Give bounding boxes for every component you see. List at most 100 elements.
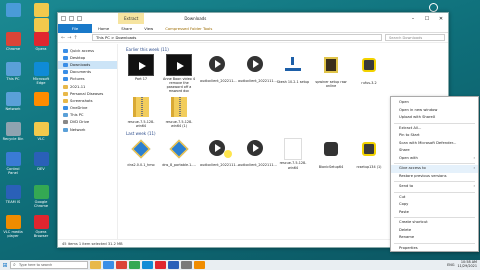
- sidebar-item[interactable]: Quick access: [58, 47, 117, 54]
- sidebar-item[interactable]: Pictures: [58, 76, 117, 83]
- desktop-icon[interactable]: [2, 3, 24, 18]
- taskbar-app-icon[interactable]: [90, 261, 101, 269]
- menu-item-label: Open in new window: [399, 107, 438, 112]
- sidebar-item[interactable]: Desktop: [58, 54, 117, 61]
- sidebar-item[interactable]: Personal Diseases: [58, 90, 117, 97]
- taskbar-search-input[interactable]: Type here to search: [10, 261, 88, 269]
- sidebar-item[interactable]: Network: [58, 126, 117, 133]
- folder-icon: [63, 120, 68, 125]
- file-item[interactable]: spwiner setup raw online: [314, 54, 348, 93]
- file-item[interactable]: rufus-3.2: [352, 54, 386, 93]
- sidebar-item[interactable]: 2021-11: [58, 83, 117, 90]
- nav-arrows-icon[interactable]: ←→↑: [61, 35, 89, 41]
- desktop-icon[interactable]: Recycle Bin: [2, 122, 24, 141]
- taskbar-app-icon[interactable]: [116, 261, 127, 269]
- file-item[interactable]: audioclient_2022111...: [238, 54, 277, 93]
- context-menu-item[interactable]: Rename: [391, 234, 478, 242]
- file-item[interactable]: rescue-7.5-128-win64: [276, 138, 310, 170]
- taskbar-app-icon[interactable]: [155, 261, 166, 269]
- start-icon[interactable]: ⊞: [0, 262, 10, 269]
- ribbon-tab[interactable]: Home: [92, 26, 115, 31]
- file-item[interactable]: rescue-7.5-128-win64: [124, 96, 158, 128]
- sidebar-item[interactable]: DVD Drive: [58, 119, 117, 126]
- context-menu-item[interactable]: Copy: [391, 201, 478, 209]
- desktop-icon[interactable]: VLC: [30, 122, 52, 141]
- context-menu-item[interactable]: Open in new window: [391, 107, 478, 115]
- taskbar-app-icon[interactable]: [168, 261, 179, 269]
- tray-language[interactable]: ENG: [447, 263, 454, 267]
- search-input[interactable]: Search Downloads: [385, 34, 445, 41]
- folder-icon[interactable]: [61, 16, 66, 21]
- minimize-icon[interactable]: –: [406, 16, 420, 22]
- desktop-icon[interactable]: [30, 18, 52, 33]
- sidebar-item-label: OneDrive: [70, 106, 88, 111]
- new-folder-icon[interactable]: [77, 16, 82, 21]
- menu-item-label: Properties: [399, 245, 418, 250]
- context-menu-item[interactable]: Create shortcut: [391, 219, 478, 227]
- taskbar-app-icon[interactable]: [181, 261, 192, 269]
- sidebar-item[interactable]: This PC: [58, 112, 117, 119]
- maximize-icon[interactable]: ☐: [420, 16, 434, 22]
- context-menu-item[interactable]: Give access to ›: [391, 165, 478, 173]
- context-menu-item[interactable]: Restore previous versions: [391, 173, 478, 181]
- file-item[interactable]: Part 17: [124, 54, 158, 93]
- close-icon[interactable]: ✕: [434, 16, 448, 22]
- desktop-icon[interactable]: Microsoft Edge: [30, 62, 52, 85]
- file-item[interactable]: audioclient_2022111...: [238, 138, 277, 169]
- ribbon-tab[interactable]: Compressed Folder Tools: [159, 26, 218, 31]
- context-menu-item[interactable]: Pin to Start: [391, 132, 478, 140]
- context-menu-item[interactable]: Open: [391, 99, 478, 107]
- sidebar-item[interactable]: OneDrive: [58, 105, 117, 112]
- context-menu-item[interactable]: Open with ›: [391, 155, 478, 163]
- file-item[interactable]: dns_8_portable.1-...: [162, 138, 196, 169]
- ribbon-tab[interactable]: Share: [115, 26, 138, 31]
- menu-item-label: Upload with ShareX: [399, 115, 436, 119]
- clock[interactable]: 10:58 AM 11/29/2021: [457, 261, 477, 268]
- context-menu-item[interactable]: Send to ›: [391, 183, 478, 191]
- desktop-icon-label: Opera Browser: [33, 230, 49, 239]
- file-item[interactable]: Skesh 10.2.1 setup: [276, 54, 310, 93]
- desktop-icon[interactable]: Google Chrome: [30, 185, 52, 208]
- file-item[interactable]: rcsetup134 (1): [352, 138, 386, 169]
- context-menu-item[interactable]: Delete: [391, 227, 478, 235]
- taskbar-app-icon[interactable]: [142, 261, 153, 269]
- clock-date: 11/29/2021: [457, 264, 477, 268]
- desktop-icon[interactable]: DEV: [30, 152, 52, 171]
- desktop-icon[interactable]: [30, 92, 52, 107]
- taskbar-app-icon[interactable]: [129, 261, 140, 269]
- chevron-right-icon: ›: [473, 155, 475, 160]
- desktop-icon[interactable]: Control Panel: [2, 152, 24, 175]
- file-item[interactable]: audioclient_202211...: [200, 54, 237, 93]
- ribbon-tab[interactable]: View: [138, 26, 159, 31]
- context-menu-item[interactable]: Properties: [391, 245, 478, 253]
- file-item[interactable]: BionicSetup64: [314, 138, 348, 169]
- desktop-icon[interactable]: TEAM IS: [2, 185, 24, 204]
- file-item[interactable]: rescue-7.5-128-win64 (1): [162, 96, 196, 128]
- taskbar-app-icon[interactable]: [103, 261, 114, 269]
- desktop-icon[interactable]: VLC media player: [2, 215, 24, 238]
- file-item[interactable]: Anne Boon video 4 remove the password of…: [162, 54, 196, 93]
- sidebar-item[interactable]: Screenshots: [58, 97, 117, 104]
- group-header[interactable]: Earlier this week (11): [120, 44, 448, 54]
- sidebar-item[interactable]: Documents: [58, 69, 117, 76]
- sidebar-item[interactable]: Downloads: [58, 61, 117, 69]
- context-menu-item[interactable]: Upload with ShareX: [391, 114, 478, 122]
- properties-icon[interactable]: [69, 16, 74, 21]
- address-bar[interactable]: This PC > Downloads: [92, 34, 382, 41]
- context-menu-item[interactable]: Paste: [391, 209, 478, 217]
- app-icon: [33, 3, 49, 17]
- file-item[interactable]: dns2.0.0.1_hmo: [124, 138, 158, 169]
- desktop-icon[interactable]: This PC: [2, 62, 24, 81]
- desktop-icon[interactable]: [30, 3, 52, 18]
- extract-context-tab[interactable]: Extract: [118, 13, 145, 24]
- context-menu-item[interactable]: Extract All...: [391, 125, 478, 133]
- desktop-icon[interactable]: Opera: [30, 32, 52, 51]
- context-menu-item[interactable]: Share: [391, 147, 478, 155]
- desktop-icon[interactable]: Chrome: [2, 32, 24, 51]
- context-menu-item[interactable]: Cut: [391, 194, 478, 202]
- desktop-icon[interactable]: Opera Browser: [30, 215, 52, 238]
- taskbar-app-icon[interactable]: [194, 261, 205, 269]
- ribbon-tab[interactable]: File: [58, 23, 92, 33]
- context-menu-item[interactable]: Scan with Microsoft Defender...: [391, 140, 478, 148]
- desktop-icon[interactable]: Network: [2, 92, 24, 111]
